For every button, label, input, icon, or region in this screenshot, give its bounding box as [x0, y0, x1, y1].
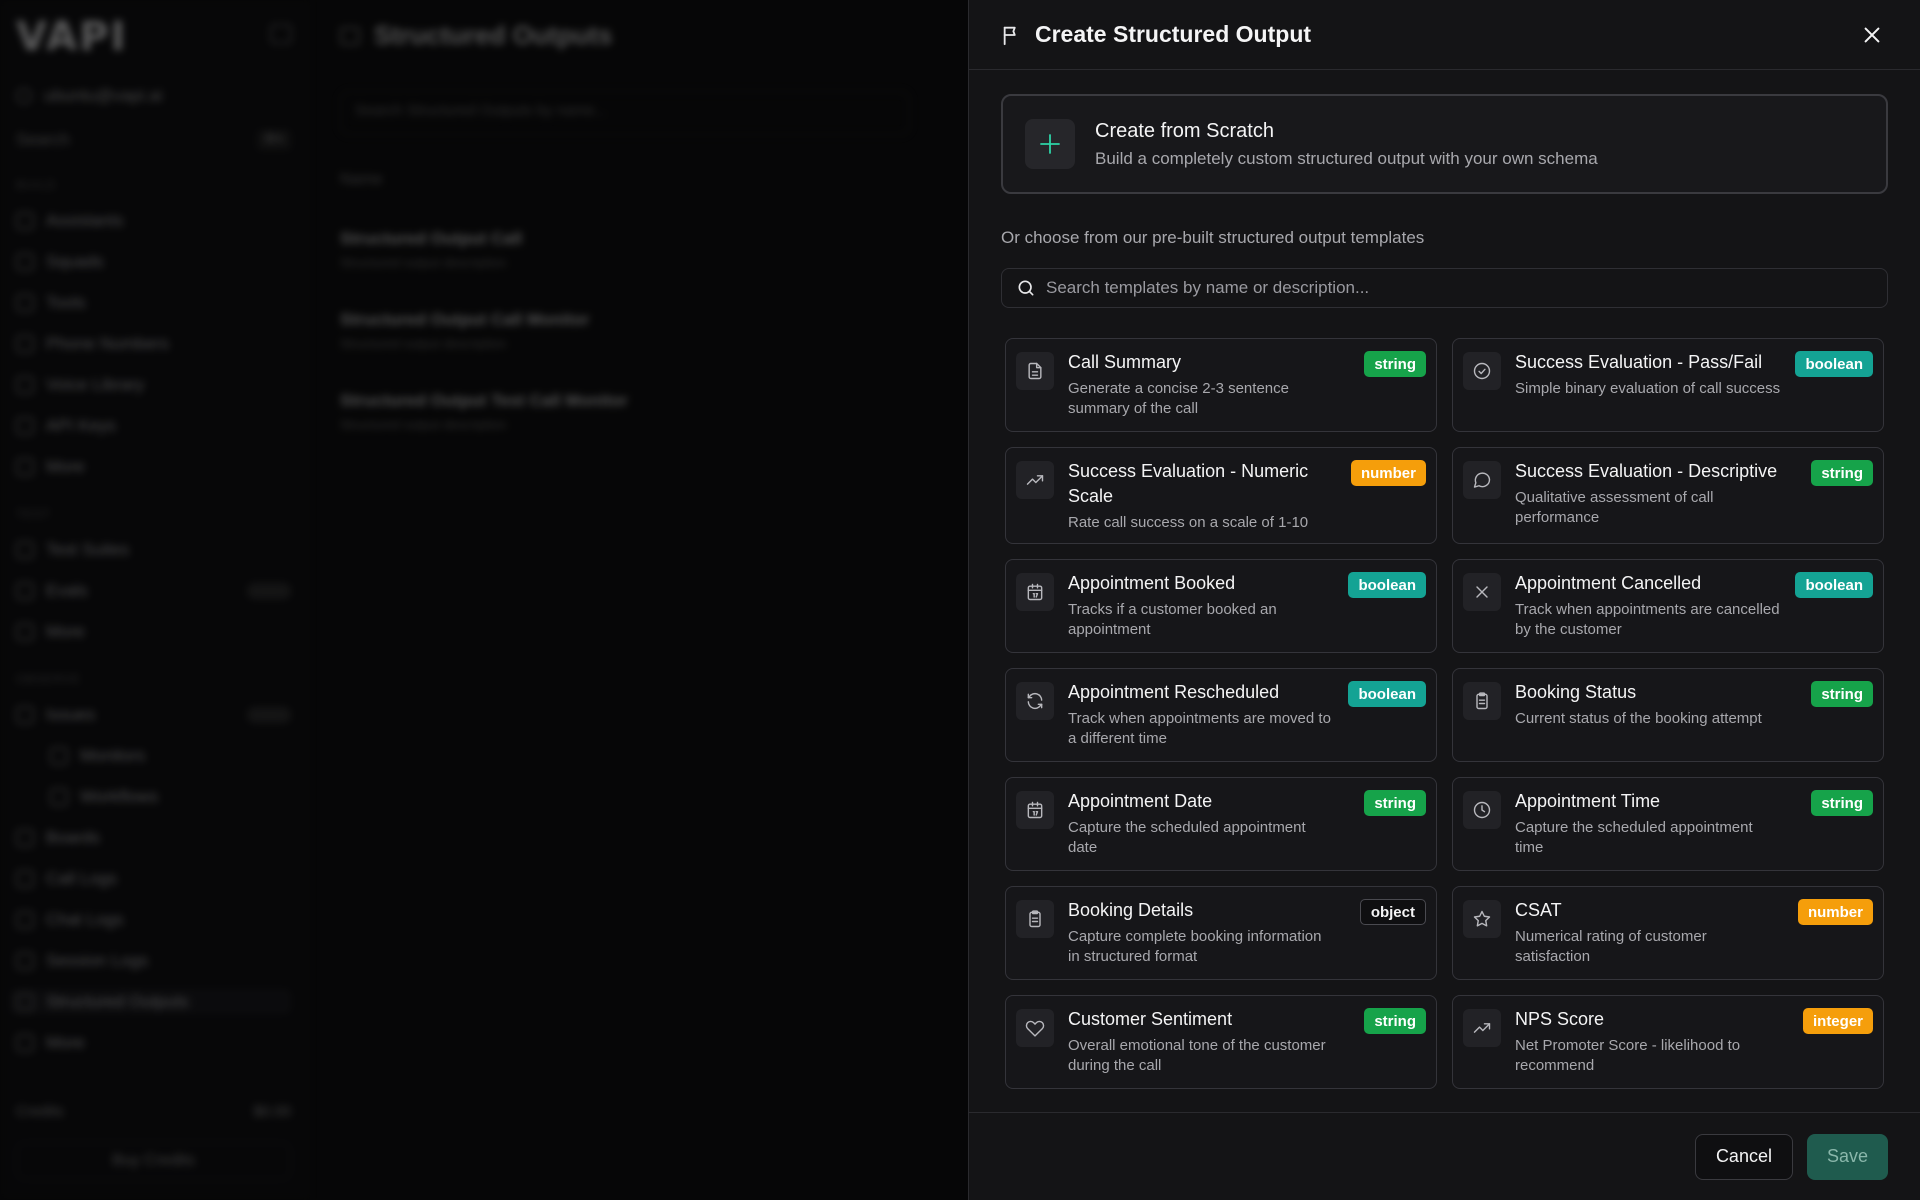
star-icon: [1463, 900, 1501, 938]
template-title: Appointment Rescheduled: [1068, 682, 1280, 702]
template-description: Current status of the booking attempt: [1515, 710, 1762, 727]
template-card[interactable]: Appointment Rescheduled Track when appoin…: [1005, 668, 1437, 762]
template-description: Rate call success on a scale of 1-10: [1068, 514, 1309, 531]
type-badge: number: [1797, 899, 1873, 925]
close-button[interactable]: [1856, 19, 1888, 51]
template-description: Track when appointments are cancelled by…: [1515, 601, 1780, 638]
refresh-icon: [1016, 682, 1054, 720]
scratch-description: Build a completely custom structured out…: [1095, 148, 1598, 168]
template-description: Net Promoter Score - likelihood to recom…: [1515, 1037, 1741, 1074]
type-badge: integer: [1802, 1008, 1873, 1034]
plus-icon: [1025, 119, 1075, 169]
template-title: Appointment Booked: [1068, 573, 1236, 593]
trending-up-icon: [1463, 1009, 1501, 1047]
x-icon: [1463, 573, 1501, 611]
message-circle-icon: [1463, 461, 1501, 499]
clock-icon: [1463, 791, 1501, 829]
type-badge: string: [1811, 681, 1873, 707]
template-description: Tracks if a customer booked an appointme…: [1068, 601, 1277, 638]
template-card[interactable]: Success Evaluation - Pass/Fail Simple bin…: [1452, 338, 1884, 432]
panel-title: Create Structured Output: [1035, 21, 1312, 47]
template-card[interactable]: CSAT Numerical rating of customer satisfa…: [1452, 886, 1884, 980]
create-structured-output-panel: Create Structured Output Create from Scr…: [968, 0, 1920, 1200]
type-badge: boolean: [1348, 681, 1426, 707]
cancel-button[interactable]: Cancel: [1694, 1133, 1793, 1180]
template-title: Booking Status: [1515, 682, 1637, 702]
panel-footer: Cancel Save: [969, 1112, 1920, 1200]
close-icon: [1864, 27, 1880, 42]
type-badge: object: [1359, 899, 1426, 925]
template-title: Call Summary: [1068, 352, 1182, 372]
search-icon: [1016, 278, 1036, 298]
template-card[interactable]: Customer Sentiment Overall emotional tone…: [1005, 995, 1437, 1089]
template-title: NPS Score: [1515, 1009, 1605, 1029]
template-description: Overall emotional tone of the customer d…: [1068, 1037, 1326, 1074]
scratch-title: Create from Scratch: [1095, 119, 1274, 142]
template-title: CSAT: [1515, 900, 1562, 920]
calendar-icon: [1016, 791, 1054, 829]
template-description: Capture the scheduled appointment date: [1068, 819, 1306, 856]
template-card[interactable]: Success Evaluation - Descriptive Qualitat…: [1452, 447, 1884, 544]
template-title: Customer Sentiment: [1068, 1009, 1233, 1029]
template-card[interactable]: Success Evaluation - Numeric Scale Rate c…: [1005, 447, 1437, 544]
template-card[interactable]: Booking Details Capture complete booking …: [1005, 886, 1437, 980]
type-badge: string: [1811, 790, 1873, 816]
type-badge: string: [1364, 1008, 1426, 1034]
template-description: Numerical rating of customer satisfactio…: [1515, 928, 1707, 965]
panel-header: Create Structured Output: [969, 0, 1920, 70]
template-title: Success Evaluation - Pass/Fail: [1515, 352, 1763, 372]
template-search[interactable]: [1001, 268, 1888, 308]
template-title: Success Evaluation - Numeric Scale: [1068, 461, 1309, 506]
save-button[interactable]: Save: [1806, 1133, 1888, 1180]
template-grid: Call Summary Generate a concise 2-3 sente…: [1001, 338, 1888, 1089]
template-card[interactable]: NPS Score Net Promoter Score - likelihood…: [1452, 995, 1884, 1089]
modal-overlay[interactable]: [0, 0, 968, 1200]
create-from-scratch-card[interactable]: Create from Scratch Build a completely c…: [1001, 94, 1888, 194]
type-badge: string: [1364, 351, 1426, 377]
file-text-icon: [1016, 352, 1054, 390]
template-search-input[interactable]: [1046, 278, 1873, 298]
template-description: Capture the scheduled appointment time: [1515, 819, 1753, 856]
type-badge: boolean: [1795, 351, 1873, 377]
clipboard-icon: [1016, 900, 1054, 938]
type-badge: boolean: [1348, 572, 1426, 598]
templates-intro: Or choose from our pre-built structured …: [1001, 228, 1425, 247]
template-description: Track when appointments are moved to a d…: [1068, 710, 1331, 747]
template-card[interactable]: Appointment Date Capture the scheduled ap…: [1005, 777, 1437, 871]
type-badge: boolean: [1795, 572, 1873, 598]
template-title: Appointment Date: [1068, 791, 1213, 811]
template-description: Simple binary evaluation of call success: [1515, 380, 1781, 397]
type-badge: string: [1811, 460, 1873, 486]
template-title: Appointment Time: [1515, 791, 1661, 811]
trending-up-icon: [1016, 461, 1054, 499]
template-description: Capture complete booking information in …: [1068, 928, 1322, 965]
type-badge: number: [1350, 460, 1426, 486]
template-card[interactable]: Appointment Booked Tracks if a customer b…: [1005, 559, 1437, 653]
flag-icon: [1001, 24, 1023, 46]
template-card[interactable]: Appointment Time Capture the scheduled ap…: [1452, 777, 1884, 871]
calendar-icon: [1016, 573, 1054, 611]
template-card[interactable]: Call Summary Generate a concise 2-3 sente…: [1005, 338, 1437, 432]
type-badge: string: [1364, 790, 1426, 816]
template-description: Qualitative assessment of call performan…: [1515, 489, 1714, 526]
template-title: Booking Details: [1068, 900, 1194, 920]
template-card[interactable]: Appointment Cancelled Track when appointm…: [1452, 559, 1884, 653]
check-circle-icon: [1463, 352, 1501, 390]
template-card[interactable]: Booking Status Current status of the book…: [1452, 668, 1884, 762]
template-title: Appointment Cancelled: [1515, 573, 1702, 593]
template-title: Success Evaluation - Descriptive: [1515, 461, 1778, 481]
panel-body: Create from Scratch Build a completely c…: [969, 70, 1920, 1110]
template-description: Generate a concise 2-3 sentence summary …: [1068, 380, 1289, 417]
scratch-text: Create from Scratch Build a completely c…: [1095, 120, 1598, 169]
app-root: VAPI ubuntu@vapi.ai Search ⌘K BUILD Assis…: [0, 0, 1920, 1200]
heart-icon: [1016, 1009, 1054, 1047]
clipboard-icon: [1463, 682, 1501, 720]
